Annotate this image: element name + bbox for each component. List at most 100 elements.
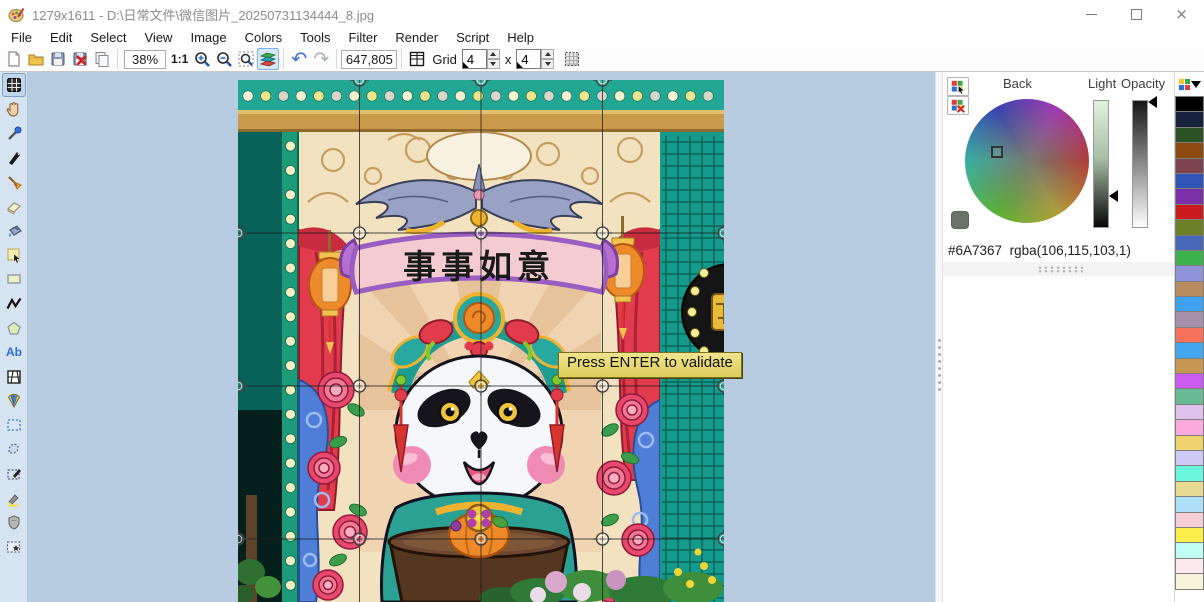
grid-rows-down-button[interactable] [541, 59, 554, 69]
palette-swatch[interactable] [1175, 265, 1204, 281]
grid-quantify-button[interactable] [406, 48, 428, 70]
palette-swatch[interactable] [1175, 388, 1204, 404]
palette-swatch[interactable] [1175, 342, 1204, 358]
canvas-area[interactable]: 事事如意 [28, 72, 935, 602]
grid-handle[interactable] [472, 530, 491, 549]
panel-grip-icon[interactable] [1037, 266, 1083, 273]
palette-swatch[interactable] [1175, 96, 1204, 112]
palette-swatch[interactable] [1175, 158, 1204, 174]
palette-swatch[interactable] [1175, 450, 1204, 466]
palette-swatch[interactable] [1175, 188, 1204, 204]
menu-tools[interactable]: Tools [291, 29, 339, 46]
grid-handle[interactable] [472, 377, 491, 396]
palette-swatch[interactable] [1175, 204, 1204, 220]
gradient-tool[interactable] [2, 389, 26, 413]
grid-handle[interactable] [593, 224, 612, 243]
palette-swatch[interactable] [1175, 127, 1204, 143]
rect-select-tool[interactable] [2, 413, 26, 437]
clone-stamp-tool[interactable] [2, 510, 26, 534]
palette-swatch[interactable] [1175, 219, 1204, 235]
opacity-slider-cursor[interactable] [1148, 96, 1157, 108]
perspective-tool[interactable] [2, 365, 26, 389]
eraser-tool[interactable] [2, 194, 26, 218]
grid-cols-spinner[interactable]: 4 [462, 49, 500, 69]
grid-handle[interactable] [593, 377, 612, 396]
zoom-fit-button[interactable] [235, 48, 257, 70]
grid-handle[interactable] [350, 80, 369, 90]
light-slider-cursor[interactable] [1109, 190, 1118, 202]
grid-handle[interactable] [472, 80, 491, 90]
palette-swatch[interactable] [1175, 527, 1204, 543]
menu-render[interactable]: Render [386, 29, 447, 46]
grid-cols-up-button[interactable] [487, 49, 500, 59]
grid-rows-up-button[interactable] [541, 49, 554, 59]
redo-button[interactable]: ↷ [310, 48, 332, 70]
highlighter-tool[interactable] [2, 486, 26, 510]
menu-file[interactable]: File [2, 29, 41, 46]
magic-wand-tool[interactable] [2, 535, 26, 559]
new-file-button[interactable] [3, 48, 25, 70]
palette-swatch[interactable] [1175, 250, 1204, 266]
hand-tool[interactable] [2, 97, 26, 121]
photo-image[interactable]: 事事如意 [238, 80, 724, 602]
zoom-in-button[interactable] [191, 48, 213, 70]
flood-fill-tool[interactable] [2, 219, 26, 243]
text-tool[interactable]: Ab [2, 340, 26, 364]
color-picker-tool[interactable] [2, 122, 26, 146]
actual-size-button[interactable]: 1:1 [171, 52, 188, 66]
palette-menu-button[interactable] [1175, 72, 1204, 97]
current-color-swatch[interactable] [951, 211, 969, 229]
grid-cols-field[interactable]: 4 [462, 49, 487, 69]
palette-swatch[interactable] [1175, 281, 1204, 297]
grid-handle[interactable] [350, 530, 369, 549]
grid-rows-field[interactable]: 4 [516, 49, 541, 69]
menu-filter[interactable]: Filter [340, 29, 387, 46]
palette-swatch[interactable] [1175, 404, 1204, 420]
grid-handle[interactable] [593, 80, 612, 90]
grid-handle[interactable] [238, 530, 248, 549]
undo-button[interactable]: ↶ [288, 48, 310, 70]
color-wheel-selector[interactable] [991, 146, 1003, 158]
palette-swatch[interactable] [1175, 512, 1204, 528]
grid-rows-spinner[interactable]: 4 [516, 49, 554, 69]
polyline-tool[interactable] [2, 292, 26, 316]
save-button[interactable] [47, 48, 69, 70]
menu-select[interactable]: Select [81, 29, 135, 46]
menu-colors[interactable]: Colors [236, 29, 292, 46]
palette-swatch[interactable] [1175, 142, 1204, 158]
palette-swatch[interactable] [1175, 311, 1204, 327]
palette-swatch[interactable] [1175, 465, 1204, 481]
palette-swatch[interactable] [1175, 111, 1204, 127]
brush-tool[interactable] [2, 170, 26, 194]
menu-script[interactable]: Script [447, 29, 498, 46]
polygon-tool[interactable] [2, 316, 26, 340]
palette-swatch[interactable] [1175, 558, 1204, 574]
copy-button[interactable] [91, 48, 113, 70]
grid-handle[interactable] [350, 377, 369, 396]
palette-swatch[interactable] [1175, 419, 1204, 435]
grid-handle[interactable] [715, 224, 725, 243]
palette-swatch[interactable] [1175, 296, 1204, 312]
panel-splitter[interactable] [935, 72, 943, 602]
menu-help[interactable]: Help [498, 29, 543, 46]
palette-swatch[interactable] [1175, 496, 1204, 512]
lasso-tool[interactable] [2, 437, 26, 461]
minimize-button[interactable] [1069, 0, 1114, 28]
menu-image[interactable]: Image [181, 29, 235, 46]
color-wheel[interactable] [965, 99, 1089, 223]
save-as-button[interactable] [69, 48, 91, 70]
grid-handle[interactable] [350, 224, 369, 243]
palette-swatch[interactable] [1175, 358, 1204, 374]
deformation-grid-tool[interactable] [2, 73, 26, 97]
rectangle-tool[interactable] [2, 267, 26, 291]
grid-pattern-button[interactable] [561, 48, 583, 70]
grid-handle[interactable] [472, 224, 491, 243]
grid-handle[interactable] [238, 377, 248, 396]
deformation-grid-overlay[interactable] [238, 80, 724, 602]
maximize-button[interactable] [1114, 0, 1159, 28]
menu-view[interactable]: View [136, 29, 182, 46]
palette-swatch[interactable] [1175, 373, 1204, 389]
grid-handle[interactable] [593, 530, 612, 549]
back-color-label[interactable]: Back [1003, 76, 1032, 91]
menu-edit[interactable]: Edit [41, 29, 81, 46]
